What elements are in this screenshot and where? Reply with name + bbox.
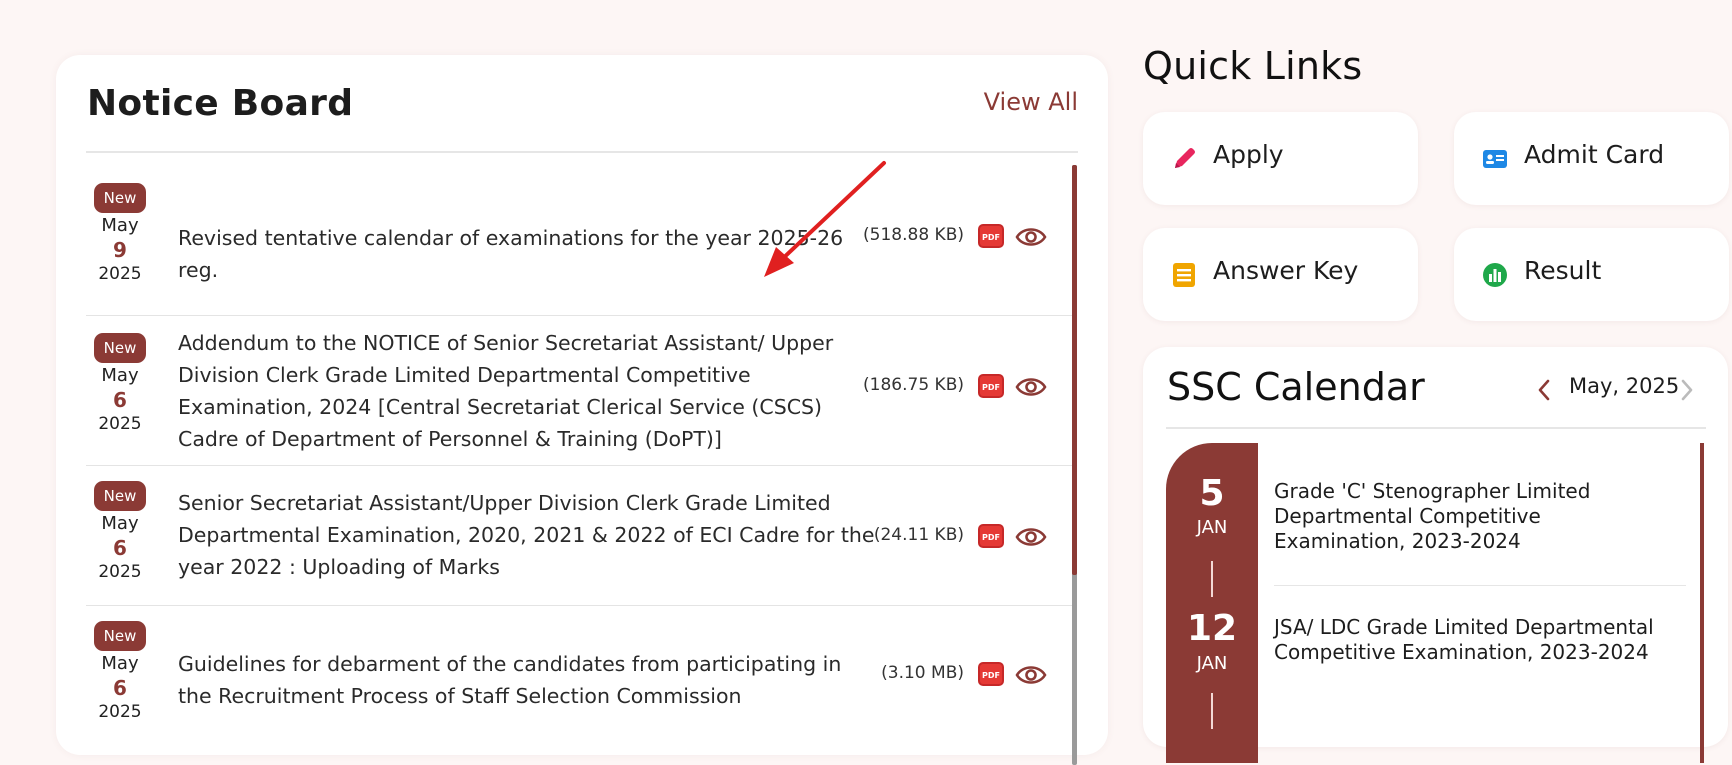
calendar-month-label: May, 2025 <box>1569 374 1680 398</box>
notice-year: 2025 <box>98 562 142 582</box>
calendar-scrollbar[interactable] <box>1700 443 1704 763</box>
event-day: 5 <box>1199 473 1225 514</box>
pdf-icon[interactable]: PDF <box>977 223 1005 249</box>
quick-link-label: Admit Card <box>1524 140 1665 169</box>
pdf-icon[interactable]: PDF <box>977 661 1005 687</box>
notice-day: 6 <box>113 388 127 412</box>
pencil-icon <box>1175 148 1195 168</box>
notice-date: New May 9 2025 <box>86 183 154 286</box>
eye-icon[interactable] <box>1015 663 1047 687</box>
list-icon <box>1173 263 1195 287</box>
quick-link-label: Result <box>1524 256 1602 285</box>
notice-month: May <box>101 365 139 386</box>
notice-row[interactable]: New May 6 2025 Addendum to the NOTICE of… <box>86 315 1072 466</box>
notice-year: 2025 <box>98 414 142 434</box>
bar-chart-icon <box>1483 263 1507 287</box>
new-badge: New <box>93 481 147 511</box>
pdf-icon[interactable]: PDF <box>977 373 1005 399</box>
notice-day: 9 <box>113 238 127 262</box>
file-size: (24.11 KB) <box>873 525 964 545</box>
quick-link-result[interactable]: Result <box>1454 228 1729 321</box>
svg-text:PDF: PDF <box>982 233 1000 242</box>
notice-day: 6 <box>113 676 127 700</box>
notice-date: New May 6 2025 <box>86 481 154 584</box>
ssc-calendar-card: SSC Calendar May, 2025 5 JAN 12 JAN Grad… <box>1143 347 1728 763</box>
calendar-divider <box>1166 427 1706 429</box>
file-size: (186.75 KB) <box>863 375 964 395</box>
eye-icon[interactable] <box>1015 525 1047 549</box>
calendar-event[interactable]: JSA/ LDC Grade Limited Departmental Comp… <box>1274 615 1674 665</box>
pdf-icon[interactable]: PDF <box>977 523 1005 549</box>
new-badge: New <box>93 621 147 651</box>
new-badge: New <box>93 183 147 213</box>
notice-title-link[interactable]: Guidelines for debarment of the candidat… <box>178 648 868 712</box>
notice-row[interactable]: New May 6 2025 Guidelines for debarment … <box>86 605 1072 755</box>
date-separator <box>1211 561 1213 597</box>
svg-text:PDF: PDF <box>982 671 1000 680</box>
quick-link-answer-key[interactable]: Answer Key <box>1143 228 1418 321</box>
notice-month: May <box>101 215 139 236</box>
file-size: (3.10 MB) <box>881 663 964 683</box>
svg-text:PDF: PDF <box>982 383 1000 392</box>
quick-link-apply[interactable]: Apply <box>1143 112 1418 205</box>
quick-link-label: Apply <box>1213 140 1284 169</box>
quick-link-label: Answer Key <box>1213 256 1359 285</box>
chevron-left-icon[interactable] <box>1535 377 1553 403</box>
annotation-arrow-icon <box>764 161 886 277</box>
event-month: JAN <box>1196 517 1228 538</box>
notice-year: 2025 <box>98 702 142 722</box>
notice-date: New May 6 2025 <box>86 621 154 724</box>
notice-month: May <box>101 653 139 674</box>
notice-scrollbar-thumb[interactable] <box>1072 165 1077 575</box>
notice-date: New May 6 2025 <box>86 333 154 436</box>
notice-row[interactable]: New May 6 2025 Senior Secretariat Assist… <box>86 465 1072 606</box>
calendar-event[interactable]: Grade 'C' Stenographer Limited Departmen… <box>1274 479 1674 554</box>
new-badge: New <box>93 333 147 363</box>
notice-row[interactable]: New May 9 2025 Revised tentative calenda… <box>86 165 1072 316</box>
notice-divider <box>86 151 1078 153</box>
eye-icon[interactable] <box>1015 375 1047 399</box>
view-all-link[interactable]: View All <box>984 88 1078 116</box>
notice-title-link[interactable]: Senior Secretariat Assistant/Upper Divis… <box>178 487 883 583</box>
notice-year: 2025 <box>98 264 142 284</box>
svg-text:PDF: PDF <box>982 533 1000 542</box>
event-month: JAN <box>1196 653 1228 674</box>
eye-icon[interactable] <box>1015 225 1047 249</box>
calendar-event-divider <box>1274 585 1686 586</box>
notice-month: May <box>101 513 139 534</box>
quick-links-title: Quick Links <box>1143 44 1363 88</box>
chevron-right-icon[interactable] <box>1678 377 1696 403</box>
id-card-icon <box>1483 150 1507 168</box>
notice-title-link[interactable]: Addendum to the NOTICE of Senior Secreta… <box>178 327 873 455</box>
calendar-date-strip: 5 JAN 12 JAN <box>1166 443 1258 763</box>
date-separator <box>1211 693 1213 729</box>
ssc-calendar-title: SSC Calendar <box>1167 365 1425 409</box>
notice-day: 6 <box>113 536 127 560</box>
notice-board-card: Notice Board View All New May 9 2025 Rev… <box>56 55 1108 765</box>
quick-link-admit-card[interactable]: Admit Card <box>1454 112 1729 205</box>
notice-board-title: Notice Board <box>87 83 354 124</box>
event-day: 12 <box>1186 608 1238 649</box>
